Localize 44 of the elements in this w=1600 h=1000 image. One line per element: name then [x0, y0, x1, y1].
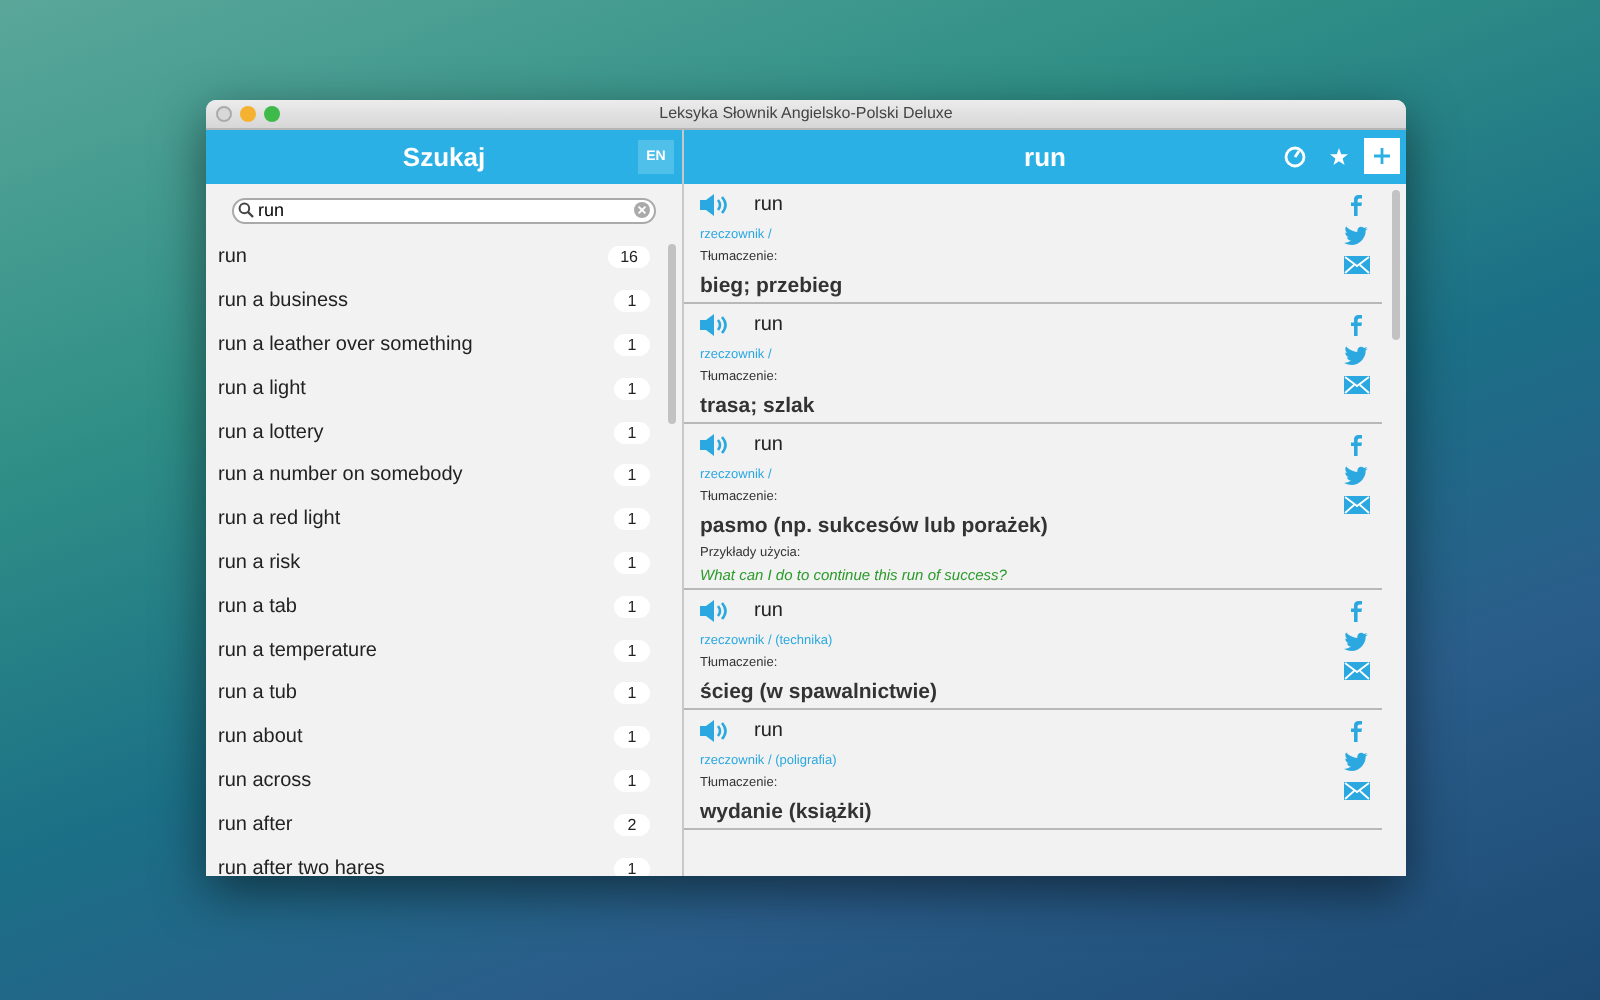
result-item[interactable]: run about 1	[206, 715, 668, 760]
count-badge: 1	[614, 682, 650, 705]
count-badge: 1	[614, 421, 650, 444]
headword: run	[754, 720, 783, 742]
translation-text: pasmo (np. sukcesów lub porażek)	[700, 514, 1050, 538]
panel-title: run	[1024, 142, 1066, 172]
count-badge: 16	[608, 246, 650, 269]
result-item[interactable]: run a risk 1	[206, 541, 668, 585]
result-item[interactable]: run after 2	[206, 802, 668, 847]
count-badge: 2	[614, 813, 650, 836]
count-badge: 1	[614, 377, 650, 400]
count-badge: 1	[614, 508, 650, 531]
window-title: Leksyka Słownik Angielsko-Polski Deluxe	[659, 104, 953, 122]
count-badge: 1	[614, 333, 650, 356]
result-item[interactable]: run a tub 1	[206, 671, 668, 716]
count-badge: 1	[614, 290, 650, 313]
result-item[interactable]: run a red light 1	[206, 497, 668, 542]
result-item[interactable]: run a leather over something 1	[206, 323, 668, 367]
count-badge: 1	[614, 595, 650, 618]
count-badge: 1	[614, 551, 650, 574]
result-item[interactable]: run a lottery 1	[206, 410, 668, 454]
translation-text: wydanie (książki)	[700, 800, 874, 824]
translation-text: ścieg (w spawalnictwie)	[700, 680, 939, 704]
headword: run	[754, 314, 783, 336]
count-badge: 1	[614, 726, 650, 749]
count-badge: 1	[614, 639, 650, 662]
result-item[interactable]: run after two hares 1	[206, 846, 668, 876]
result-item[interactable]: run a temperature 1	[206, 628, 668, 672]
result-item[interactable]: run a tab 1	[206, 584, 668, 629]
headword: run	[754, 194, 783, 216]
panel-title: Szukaj	[402, 142, 486, 172]
translation-text: trasa; szlak	[700, 394, 817, 418]
count-badge: 1	[614, 769, 650, 792]
headword: run	[754, 434, 783, 456]
result-item[interactable]: run a light 1	[206, 366, 668, 411]
result-item[interactable]: run 16	[206, 236, 668, 280]
count-badge: 1	[614, 857, 650, 876]
result-item[interactable]: run a business 1	[206, 279, 668, 324]
headword: run	[754, 600, 783, 622]
search-field[interactable]: run	[232, 197, 656, 223]
result-item[interactable]: run across 1	[206, 759, 668, 803]
count-badge: 1	[614, 464, 650, 487]
result-item[interactable]: run a number on somebody 1	[206, 453, 668, 498]
translation-text: bieg; przebieg	[700, 274, 845, 298]
